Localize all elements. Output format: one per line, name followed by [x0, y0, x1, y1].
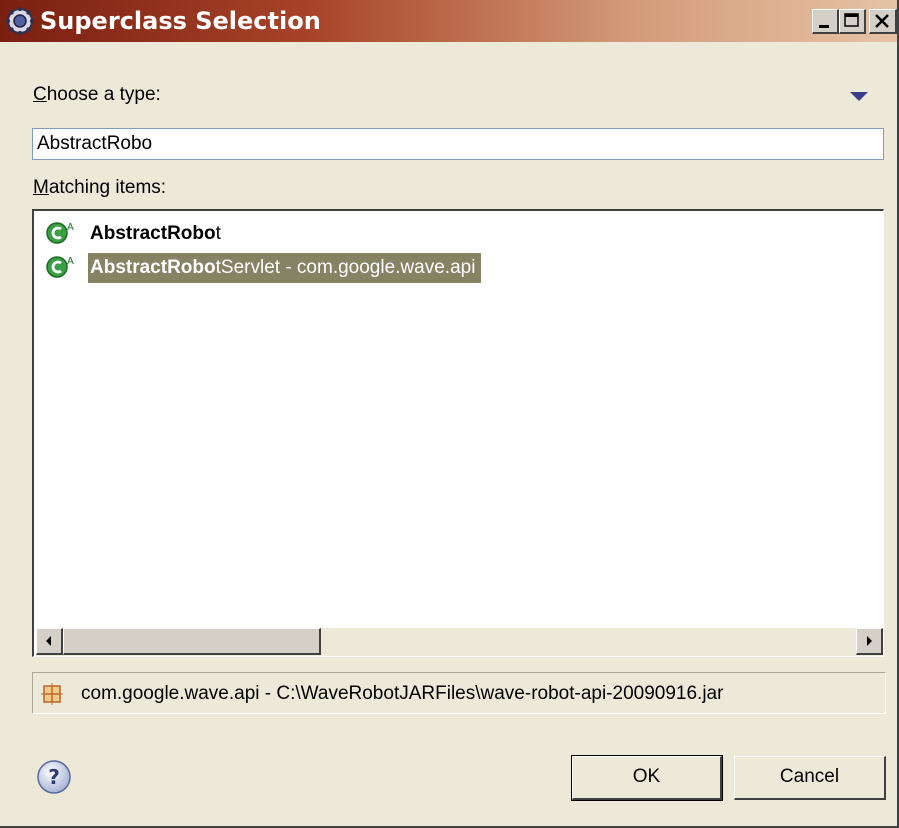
view-menu-triangle-icon[interactable]	[848, 88, 870, 104]
matching-items-list[interactable]: A AbstractRobot A AbstractRobotServlet -…	[32, 209, 884, 657]
abstract-class-icon: A	[46, 256, 74, 278]
scroll-left-button[interactable]	[36, 628, 63, 655]
close-button[interactable]	[869, 9, 897, 34]
location-text: com.google.wave.api - C:\WaveRobotJARFil…	[81, 683, 724, 704]
close-icon	[875, 14, 889, 28]
scroll-right-button[interactable]	[856, 628, 883, 655]
superclass-selection-dialog: Superclass Selection Choose a type: Matc…	[0, 0, 899, 828]
choose-type-label: Choose a type:	[33, 84, 161, 106]
maximize-icon	[844, 13, 859, 27]
choose-type-mnemonic: C	[33, 84, 47, 105]
ok-button[interactable]: OK	[571, 755, 723, 801]
matching-items-label: Matching items:	[33, 177, 166, 199]
matching-items-mnemonic: M	[33, 177, 49, 198]
list-item-label: AbstractRobotServlet - com.google.wave.a…	[88, 253, 482, 283]
minimize-icon	[819, 25, 829, 28]
arrow-left-icon	[46, 636, 51, 646]
svg-text:A: A	[67, 222, 74, 233]
svg-text:A: A	[67, 256, 74, 267]
type-filter-input[interactable]	[32, 128, 884, 160]
minimize-button[interactable]	[812, 9, 839, 34]
abstract-class-icon: A	[46, 222, 74, 244]
title-bar[interactable]: Superclass Selection	[0, 0, 897, 42]
choose-type-label-text: hoose a type:	[46, 84, 161, 105]
arrow-right-icon	[867, 636, 872, 646]
maximize-button[interactable]	[839, 9, 866, 34]
selected-item-location: com.google.wave.api - C:\WaveRobotJARFil…	[32, 672, 886, 714]
matching-items-label-text: atching items:	[48, 177, 167, 198]
window-title: Superclass Selection	[40, 7, 321, 35]
list-item-label: AbstractRobot	[90, 223, 221, 244]
cancel-button[interactable]: Cancel	[734, 756, 886, 800]
scrollbar-thumb[interactable]	[63, 628, 321, 655]
eclipse-gear-icon	[6, 7, 34, 35]
package-icon	[41, 683, 63, 705]
help-icon[interactable]: ?	[36, 759, 72, 795]
svg-text:?: ?	[48, 765, 60, 789]
horizontal-scrollbar[interactable]	[36, 628, 883, 656]
